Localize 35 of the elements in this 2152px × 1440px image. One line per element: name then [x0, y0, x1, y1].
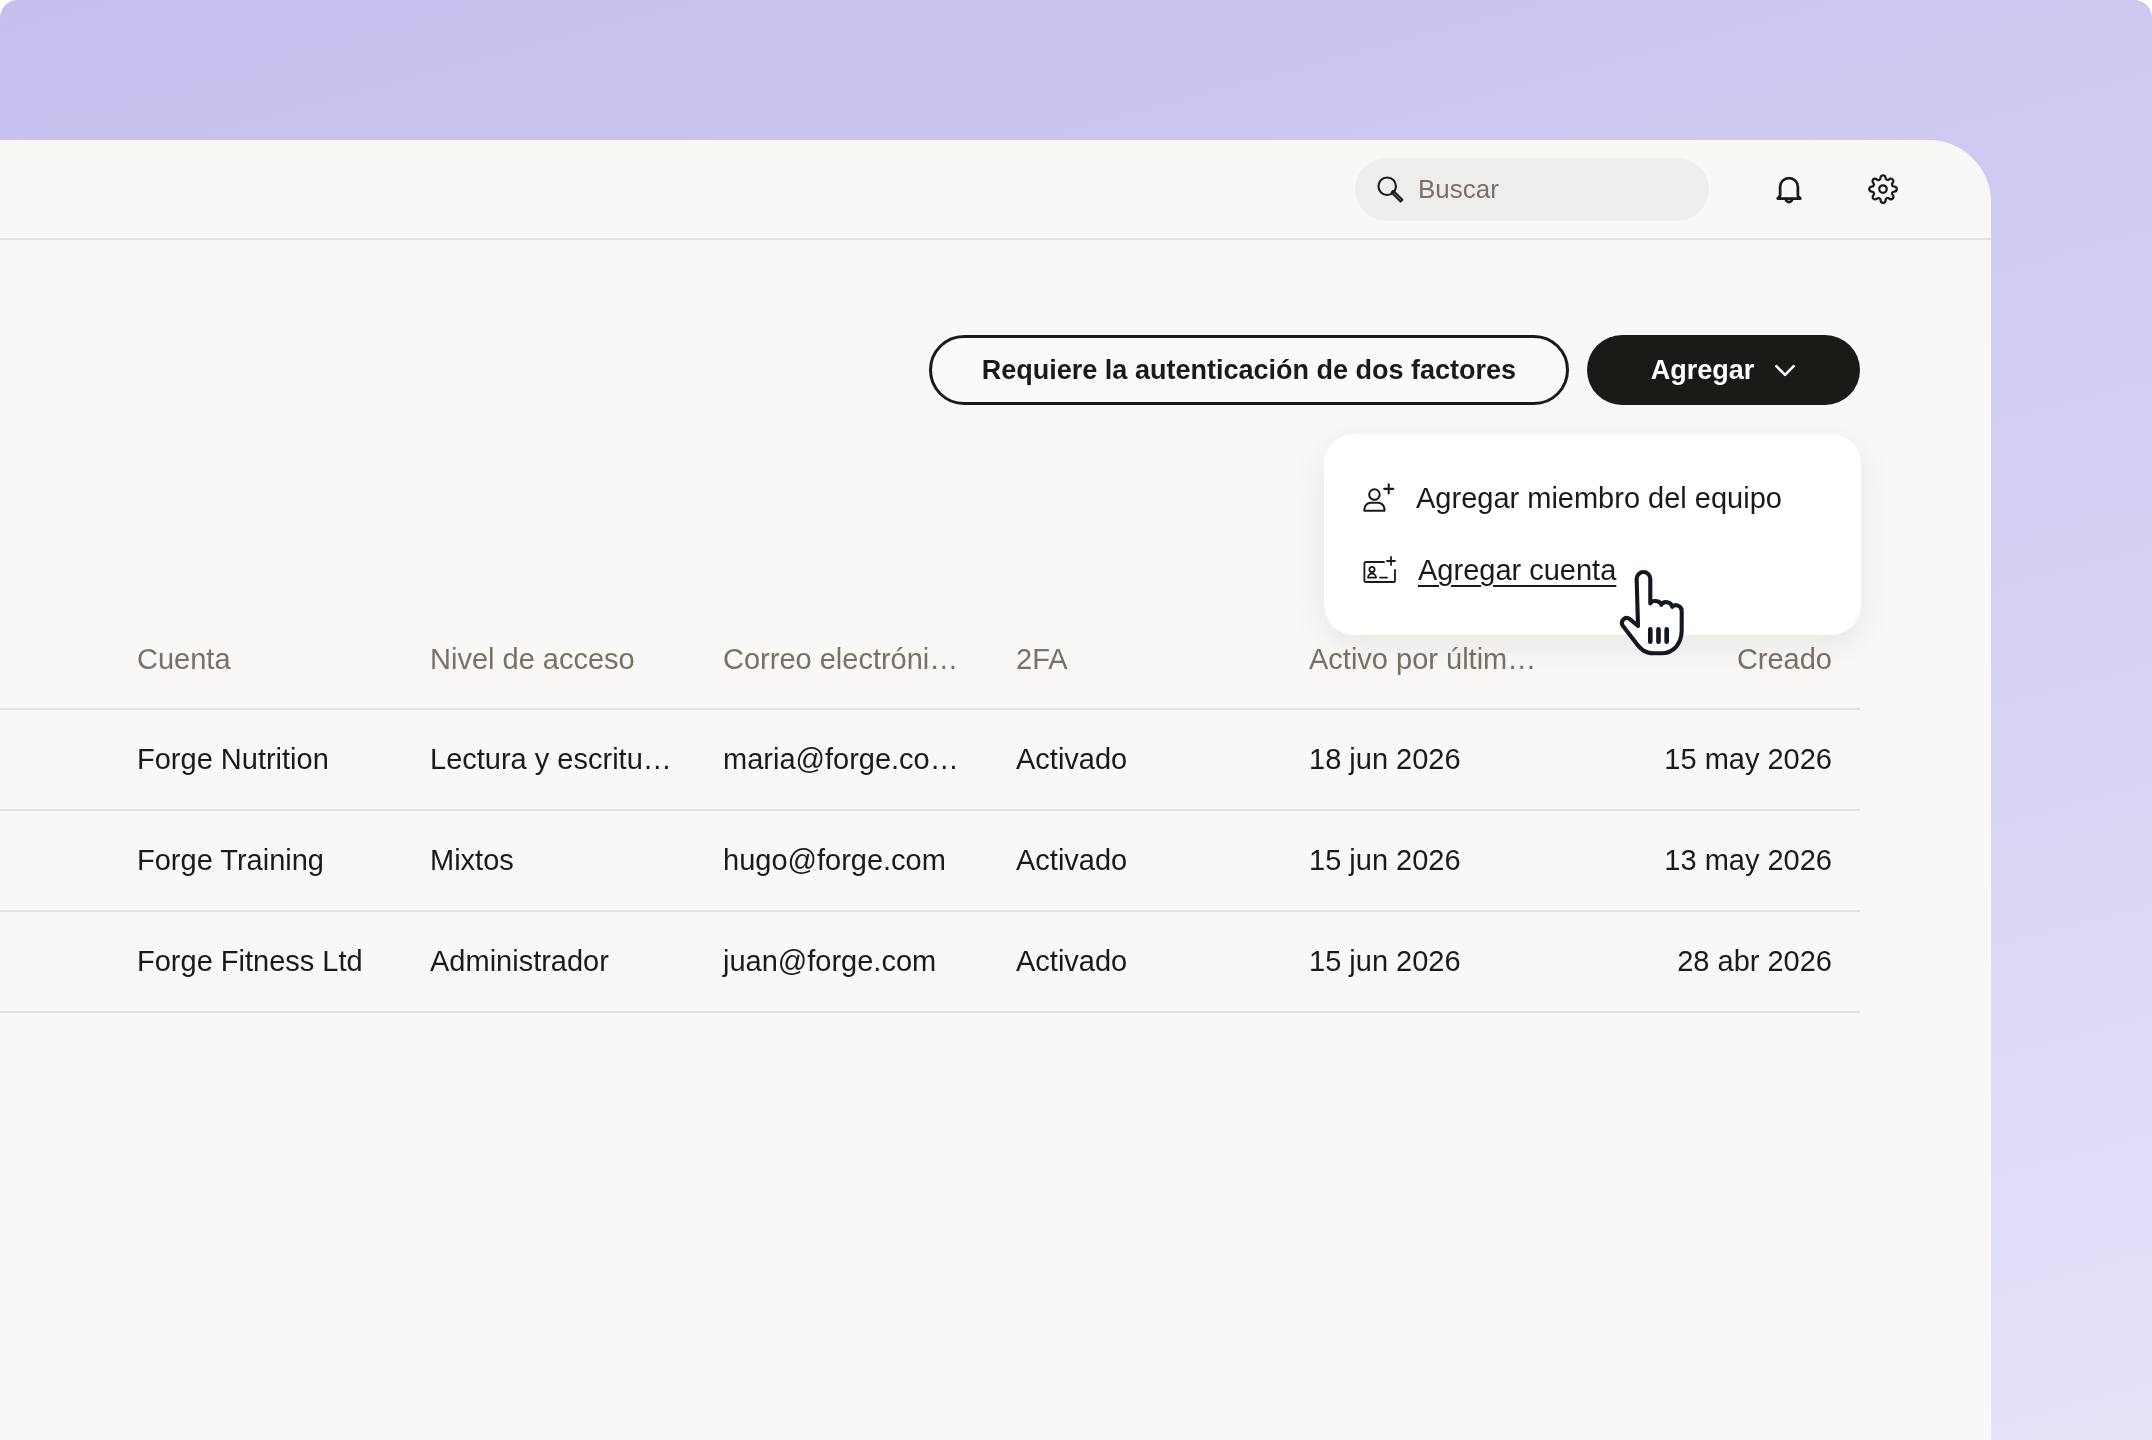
- menu-item[interactable]: Agregar miembro del equipo: [1363, 462, 1782, 534]
- table-cell: 15 jun 2026: [1309, 945, 1461, 978]
- table-cell: 13 may 2026: [1664, 844, 1832, 877]
- table-cell: juan@forge.com: [723, 945, 937, 978]
- table-cell: Lectura y escritu…: [430, 743, 672, 776]
- table-cell: Forge Fitness Ltd: [137, 945, 363, 978]
- table-cell: Forge Training: [137, 844, 324, 877]
- table-cell: hugo@forge.com: [723, 844, 946, 877]
- chevron-down-icon: [1774, 363, 1797, 377]
- table-cell: maria@forge.co…: [723, 743, 959, 776]
- table-cell: Administrador: [430, 945, 609, 978]
- settings-icon[interactable]: [1868, 174, 1898, 204]
- column-header: Nivel de acceso: [430, 642, 635, 676]
- column-header: Creado: [1736, 642, 1832, 676]
- column-header: Cuenta: [137, 642, 231, 676]
- menu-item[interactable]: Agregar cuenta: [1363, 534, 1617, 606]
- table-cell: Activado: [1016, 945, 1128, 978]
- table-cell: 28 abr 2026: [1677, 945, 1832, 978]
- table-cell: 15 may 2026: [1664, 743, 1832, 776]
- two-factor-button[interactable]: Requiere la autenticación de dos factores: [928, 335, 1569, 405]
- table-cell: Forge Nutrition: [137, 743, 329, 776]
- column-header: 2FA: [1016, 642, 1068, 676]
- table-cell: Activado: [1016, 844, 1128, 877]
- bell-icon[interactable]: [1776, 174, 1802, 204]
- person-plus-icon: [1363, 483, 1395, 513]
- add-button[interactable]: Agregar: [1587, 335, 1860, 405]
- search-field[interactable]: Buscar: [1355, 157, 1709, 221]
- table-cell: 18 jun 2026: [1309, 743, 1461, 776]
- column-header: Activo por últim…: [1309, 642, 1537, 676]
- id-card-plus-icon: [1363, 556, 1397, 584]
- column-header: Correo electróni…: [723, 642, 959, 676]
- table-cell: 15 jun 2026: [1309, 844, 1461, 877]
- table-cell: Mixtos: [430, 844, 514, 877]
- search-icon: [1376, 174, 1404, 203]
- table-cell: Activado: [1016, 743, 1128, 776]
